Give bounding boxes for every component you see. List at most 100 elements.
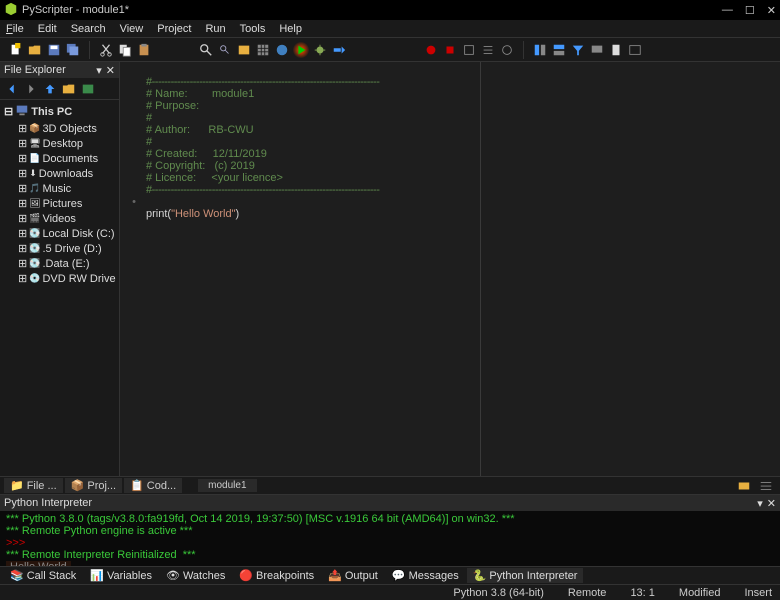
expand-icon[interactable]: ⊞ [18, 122, 27, 135]
panel-menu-icon[interactable]: ▾ [96, 64, 102, 77]
tree-item-label: Videos [42, 213, 75, 225]
window-icon[interactable] [627, 42, 643, 58]
left-tabs: 📁File ... 📦Proj... 📋Cod... [0, 478, 186, 493]
back-icon[interactable] [4, 81, 20, 97]
tab-code[interactable]: 📋Cod... [124, 478, 182, 493]
btab-messages[interactable]: 💬Messages [386, 568, 465, 583]
tree-item[interactable]: ⊞🎵Music [16, 181, 117, 196]
tree-item[interactable]: ⊞🖼Pictures [16, 196, 117, 211]
find-icon[interactable] [198, 42, 214, 58]
menu-search[interactable]: Search [71, 23, 106, 35]
toolbar [0, 38, 780, 62]
tree-item[interactable]: ⊞💽Local Disk (C:) [16, 226, 117, 241]
layout2-icon[interactable] [551, 42, 567, 58]
cut-icon[interactable] [98, 42, 114, 58]
menu-edit[interactable]: Edit [38, 23, 57, 35]
save-icon[interactable] [46, 42, 62, 58]
panel-close-icon[interactable]: ✕ [106, 64, 115, 77]
editor-tabs: module1 [194, 479, 260, 492]
browse-icon[interactable] [236, 42, 252, 58]
expand-icon[interactable]: ⊞ [18, 242, 27, 255]
save-all-icon[interactable] [65, 42, 81, 58]
bottom-tabs: 📚Call Stack 📊Variables 👁Watches 🔴Breakpo… [0, 566, 780, 584]
menu-run[interactable]: Run [205, 23, 225, 35]
tool2-icon[interactable] [480, 42, 496, 58]
tab-tool1-icon[interactable] [736, 478, 752, 494]
expand-icon[interactable]: ⊞ [18, 212, 27, 225]
tree-item[interactable]: ⊞📦3D Objects [16, 121, 117, 136]
tree-item[interactable]: ⊞💿DVD RW Drive (G:) [16, 271, 117, 286]
expand-icon[interactable]: ⊞ [18, 182, 27, 195]
item-icon: 💽 [29, 258, 40, 269]
item-icon: 📦 [29, 123, 40, 134]
menubar: File Edit Search View Project Run Tools … [0, 20, 780, 38]
tree-root-label: This PC [31, 106, 72, 118]
tab-project[interactable]: 📦Proj... [65, 478, 122, 493]
menu-project[interactable]: Project [157, 23, 191, 35]
expand-icon[interactable]: ⊞ [18, 167, 27, 180]
tree-item[interactable]: ⊞📄Documents [16, 151, 117, 166]
interpreter-body[interactable]: *** Python 3.8.0 (tags/v3.8.0:fa919fd, O… [0, 511, 780, 566]
menu-view[interactable]: View [120, 23, 144, 35]
tree-item[interactable]: ⊞💽.Data (E:) [16, 256, 117, 271]
tree-item[interactable]: ⊞⬇Downloads [16, 166, 117, 181]
tab-file-explorer[interactable]: 📁File ... [4, 478, 63, 493]
tree-item[interactable]: ⊞💽.5 Drive (D:) [16, 241, 117, 256]
btab-variables[interactable]: 📊Variables [84, 568, 158, 583]
maximize-button[interactable]: ☐ [745, 4, 755, 17]
main-area: File Explorer ▾✕ ⊟ This PC ⊞📦3D Objects⊞… [0, 62, 780, 476]
new-file-icon[interactable] [8, 42, 24, 58]
menu-tools[interactable]: Tools [240, 23, 266, 35]
menu-help[interactable]: Help [279, 23, 302, 35]
picture-icon[interactable] [80, 81, 96, 97]
expand-icon[interactable]: ⊞ [18, 152, 27, 165]
stop-icon[interactable] [442, 42, 458, 58]
panel-close-icon[interactable]: ✕ [767, 497, 776, 510]
folder-icon[interactable] [61, 81, 77, 97]
run-highlighted-icon[interactable] [293, 42, 309, 58]
btab-watches[interactable]: 👁Watches [160, 568, 231, 583]
code-content[interactable]: #---------------------------------------… [140, 62, 780, 476]
up-icon[interactable] [42, 81, 58, 97]
paste-icon[interactable] [136, 42, 152, 58]
debug-icon[interactable] [312, 42, 328, 58]
comment-icon[interactable] [589, 42, 605, 58]
tree-root[interactable]: ⊟ This PC [2, 102, 117, 121]
expand-icon[interactable]: ⊟ [4, 105, 13, 118]
btab-breakpoints[interactable]: 🔴Breakpoints [233, 568, 320, 583]
tool3-icon[interactable] [499, 42, 515, 58]
filter-icon[interactable] [570, 42, 586, 58]
record-icon[interactable] [423, 42, 439, 58]
btab-python[interactable]: 🐍Python Interpreter [467, 568, 584, 583]
expand-icon[interactable]: ⊞ [18, 227, 27, 240]
variables-icon: 📊 [90, 569, 104, 582]
step-icon[interactable] [331, 42, 347, 58]
layout1-icon[interactable] [532, 42, 548, 58]
tree-item[interactable]: ⊞🖥Desktop [16, 136, 117, 151]
minimize-button[interactable]: — [722, 4, 733, 17]
panel-menu-icon[interactable]: ▾ [757, 497, 763, 510]
globe-icon[interactable] [274, 42, 290, 58]
close-button[interactable]: ✕ [767, 4, 776, 17]
expand-icon[interactable]: ⊞ [18, 257, 27, 270]
tree-item[interactable]: ⊞🎬Videos [16, 211, 117, 226]
find-next-icon[interactable] [217, 42, 233, 58]
tool1-icon[interactable] [461, 42, 477, 58]
tab-module1[interactable]: module1 [198, 479, 256, 492]
expand-icon[interactable]: ⊞ [18, 137, 27, 150]
code-editor[interactable]: • #-------------------------------------… [120, 62, 780, 476]
copy-icon[interactable] [117, 42, 133, 58]
ruler [480, 62, 481, 476]
forward-icon[interactable] [23, 81, 39, 97]
file-tree[interactable]: ⊟ This PC ⊞📦3D Objects⊞🖥Desktop⊞📄Documen… [0, 100, 119, 476]
btab-output[interactable]: 📤Output [322, 568, 384, 583]
expand-icon[interactable]: ⊞ [18, 272, 27, 285]
tab-tool2-icon[interactable] [758, 478, 774, 494]
grid-icon[interactable] [255, 42, 271, 58]
tree-item-label: DVD RW Drive (G:) [42, 273, 119, 285]
btab-callstack[interactable]: 📚Call Stack [4, 568, 82, 583]
menu-file[interactable]: File [6, 23, 24, 35]
doc-icon[interactable] [608, 42, 624, 58]
open-file-icon[interactable] [27, 42, 43, 58]
expand-icon[interactable]: ⊞ [18, 197, 27, 210]
